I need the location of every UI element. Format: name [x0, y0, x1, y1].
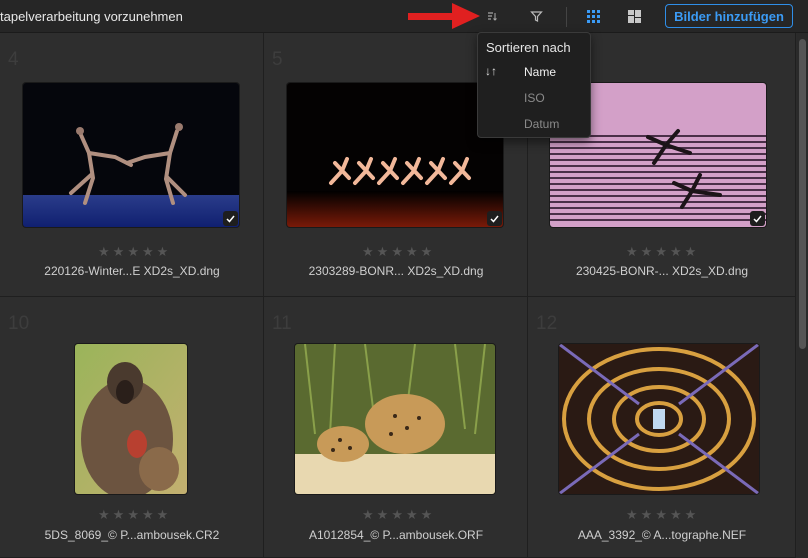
grid-cell[interactable]: 10 ★ ★ ★ ★ ★ 5DS_8069_© P...ambousek.CR2 [0, 297, 264, 558]
star-icon[interactable]: ★ [98, 245, 110, 258]
star-icon[interactable]: ★ [157, 508, 169, 521]
grid-view-button[interactable] [580, 4, 606, 28]
grid-view-icon [586, 9, 600, 23]
sort-button[interactable] [479, 4, 505, 28]
star-icon[interactable]: ★ [362, 245, 374, 258]
image-grid: 4 ★ ★ ★ ★ ★ 220126-Winter...E XD2s_XD.dn… [0, 33, 796, 558]
filter-button[interactable] [523, 4, 549, 28]
selected-check[interactable] [223, 211, 238, 226]
file-name: A1012854_© P...ambousek.ORF [308, 528, 484, 542]
star-icon[interactable]: ★ [377, 508, 389, 521]
cell-index: 4 [8, 49, 19, 70]
vertical-scrollbar[interactable] [797, 33, 808, 558]
star-icon[interactable]: ★ [157, 245, 169, 258]
star-icon[interactable]: ★ [113, 245, 125, 258]
file-name: AAA_3392_© A...tographe.NEF [577, 528, 747, 542]
star-icon[interactable]: ★ [655, 508, 667, 521]
star-icon[interactable]: ★ [641, 245, 653, 258]
star-icon[interactable]: ★ [127, 508, 139, 521]
star-icon[interactable]: ★ [391, 508, 403, 521]
selected-check[interactable] [750, 211, 765, 226]
file-name: 2303289-BONR... XD2s_XD.dng [308, 264, 484, 278]
star-rating[interactable]: ★ ★ ★ ★ ★ [626, 508, 696, 521]
thumbnail-dance-group[interactable] [287, 83, 503, 227]
check-icon [226, 215, 235, 223]
sort-direction-icon[interactable]: ↓↑ [485, 64, 497, 78]
star-icon[interactable]: ★ [670, 245, 682, 258]
add-images-button[interactable]: Bilder hinzufügen [665, 4, 793, 28]
grid-cell[interactable]: 11 ★ ★ ★ ★ ★ A1012854_© P...ambousek.ORF [264, 297, 528, 558]
star-icon[interactable]: ★ [421, 508, 433, 521]
star-rating[interactable]: ★ ★ ★ ★ ★ [362, 245, 432, 258]
grid-cell[interactable]: 4 ★ ★ ★ ★ ★ 220126-Winter...E XD2s_XD.dn… [0, 33, 264, 297]
star-icon[interactable]: ★ [685, 508, 697, 521]
star-rating[interactable]: ★ ★ ★ ★ ★ [362, 508, 432, 521]
sort-option-name[interactable]: Name [524, 65, 556, 79]
star-icon[interactable]: ★ [113, 508, 125, 521]
star-icon[interactable]: ★ [406, 508, 418, 521]
cell-index: 5 [272, 49, 283, 70]
toolbar: tapelverarbeitung vorzunehmen Bilder hin… [0, 0, 808, 33]
thumbnail-dance-duo[interactable] [23, 83, 239, 227]
star-icon[interactable]: ★ [391, 245, 403, 258]
sort-option-date[interactable]: Datum [524, 117, 559, 131]
star-icon[interactable]: ★ [127, 245, 139, 258]
star-icon[interactable]: ★ [142, 508, 154, 521]
file-name: 220126-Winter...E XD2s_XD.dng [44, 264, 220, 278]
thumbnail-leopards[interactable] [295, 344, 495, 494]
cell-index: 12 [536, 313, 558, 334]
check-icon [490, 215, 499, 223]
selected-check[interactable] [487, 211, 502, 226]
star-rating[interactable]: ★ ★ ★ ★ ★ [626, 245, 696, 258]
filter-icon [529, 10, 543, 22]
toolbar-divider [566, 7, 567, 27]
mosaic-view-icon [627, 9, 641, 23]
sort-option-iso[interactable]: ISO [524, 91, 545, 105]
scrollbar-thumb[interactable] [799, 39, 806, 349]
star-icon[interactable]: ★ [626, 245, 638, 258]
page-title: tapelverarbeitung vorzunehmen [0, 9, 183, 24]
thumbnail-chapel-ceiling[interactable] [559, 344, 759, 494]
cell-index: 10 [8, 313, 30, 334]
star-icon[interactable]: ★ [670, 508, 682, 521]
star-icon[interactable]: ★ [626, 508, 638, 521]
sort-dropdown-heading: Sortieren nach [486, 40, 571, 55]
cell-index: 11 [272, 313, 292, 334]
sort-dropdown: Sortieren nach ↓↑ Name ISO Datum [477, 32, 591, 138]
star-icon[interactable]: ★ [685, 245, 697, 258]
star-icon[interactable]: ★ [641, 508, 653, 521]
star-icon[interactable]: ★ [142, 245, 154, 258]
sort-icon [488, 12, 497, 21]
star-icon[interactable]: ★ [98, 508, 110, 521]
thumbnail-gelada-monkey[interactable] [75, 344, 187, 494]
star-icon[interactable]: ★ [421, 245, 433, 258]
check-icon [753, 215, 762, 223]
mosaic-view-button[interactable] [621, 4, 647, 28]
star-icon[interactable]: ★ [362, 508, 374, 521]
annotation-arrow-icon [408, 3, 480, 29]
star-icon[interactable]: ★ [655, 245, 667, 258]
star-icon[interactable]: ★ [406, 245, 418, 258]
star-rating[interactable]: ★ ★ ★ ★ ★ [98, 245, 168, 258]
star-icon[interactable]: ★ [377, 245, 389, 258]
star-rating[interactable]: ★ ★ ★ ★ ★ [98, 508, 168, 521]
grid-cell[interactable]: 12 ★ ★ ★ ★ ★ AAA_3392_© A...tographe.NEF [528, 297, 796, 558]
file-name: 230425-BONR-... XD2s_XD.dng [575, 264, 749, 278]
file-name: 5DS_8069_© P...ambousek.CR2 [44, 528, 220, 542]
